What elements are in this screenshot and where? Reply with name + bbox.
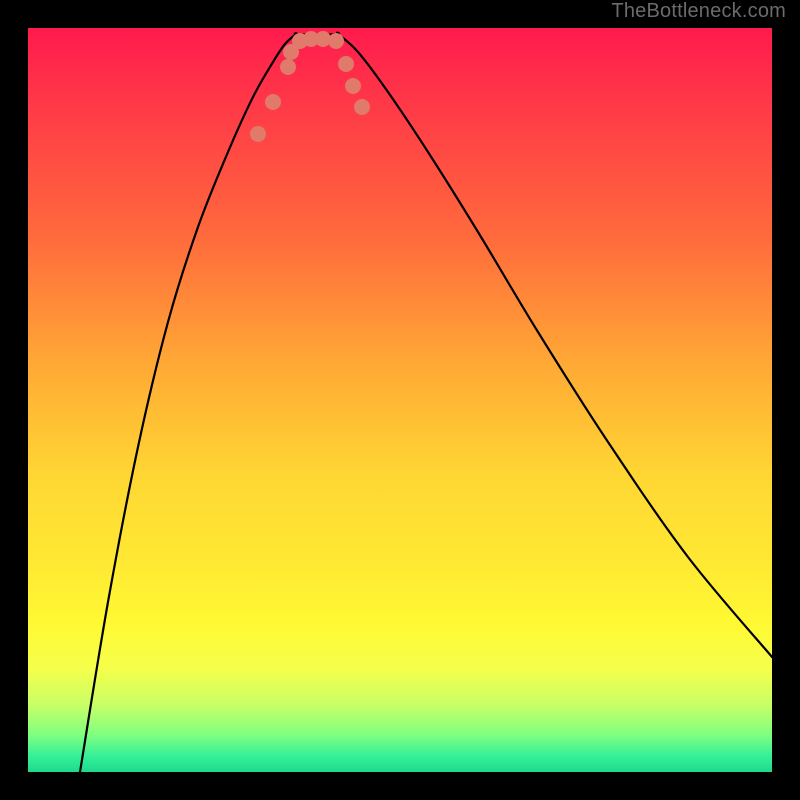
chart-frame (17, 17, 783, 783)
watermark-text: TheBottleneck.com (611, 0, 786, 23)
highlight-marker (354, 99, 370, 115)
highlight-marker (265, 94, 281, 110)
highlight-marker (280, 59, 296, 75)
highlight-marker (328, 33, 344, 49)
plot-area (28, 28, 772, 772)
highlight-marker (338, 56, 354, 72)
bottleneck-curve (80, 33, 772, 772)
curve-layer (28, 28, 772, 772)
highlight-marker (250, 126, 266, 142)
highlight-marker (345, 78, 361, 94)
